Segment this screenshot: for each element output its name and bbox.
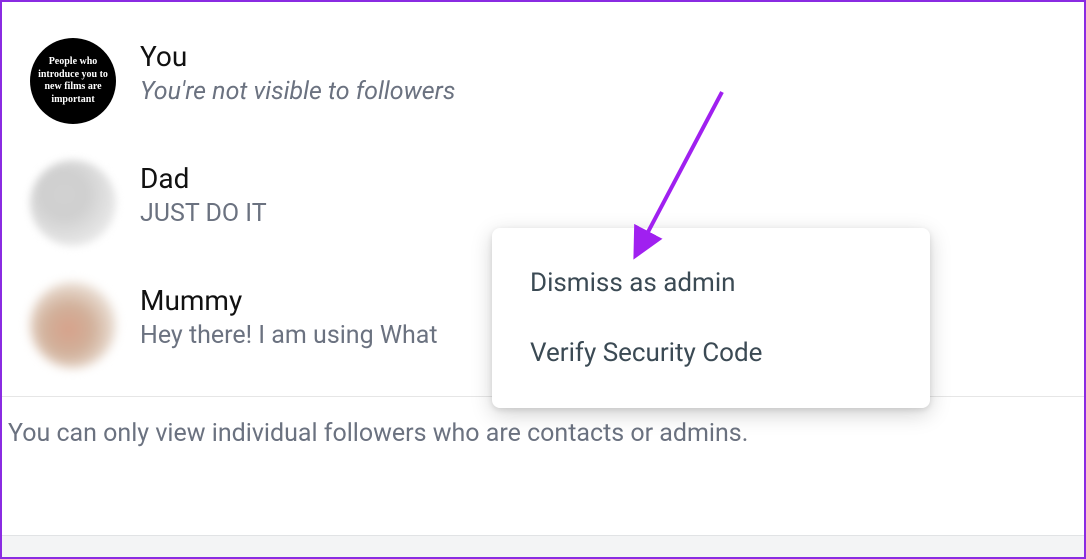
- contact-subtitle: You're not visible to followers: [140, 77, 455, 106]
- contact-subtitle: Hey there! I am using What: [140, 321, 438, 350]
- avatar[interactable]: People who introduce you to new films ar…: [30, 38, 116, 124]
- verify-security-option[interactable]: Verify Security Code: [492, 318, 930, 388]
- contact-name: Dad: [140, 162, 267, 195]
- list-item[interactable]: People who introduce you to new films ar…: [2, 30, 1084, 152]
- contact-subtitle: JUST DO IT: [140, 199, 267, 228]
- contact-info: Mummy Hey there! I am using What: [140, 282, 438, 350]
- avatar-text: People who introduce you to new films ar…: [38, 56, 108, 106]
- contact-name: Mummy: [140, 284, 438, 317]
- contact-name: You: [140, 40, 455, 73]
- dismiss-admin-option[interactable]: Dismiss as admin: [492, 248, 930, 318]
- contact-info: Dad JUST DO IT: [140, 160, 267, 228]
- context-menu: Dismiss as admin Verify Security Code: [492, 228, 930, 408]
- avatar[interactable]: [30, 160, 116, 246]
- bottom-bar: [2, 535, 1084, 557]
- contact-info: You You're not visible to followers: [140, 38, 455, 106]
- avatar[interactable]: [30, 282, 116, 368]
